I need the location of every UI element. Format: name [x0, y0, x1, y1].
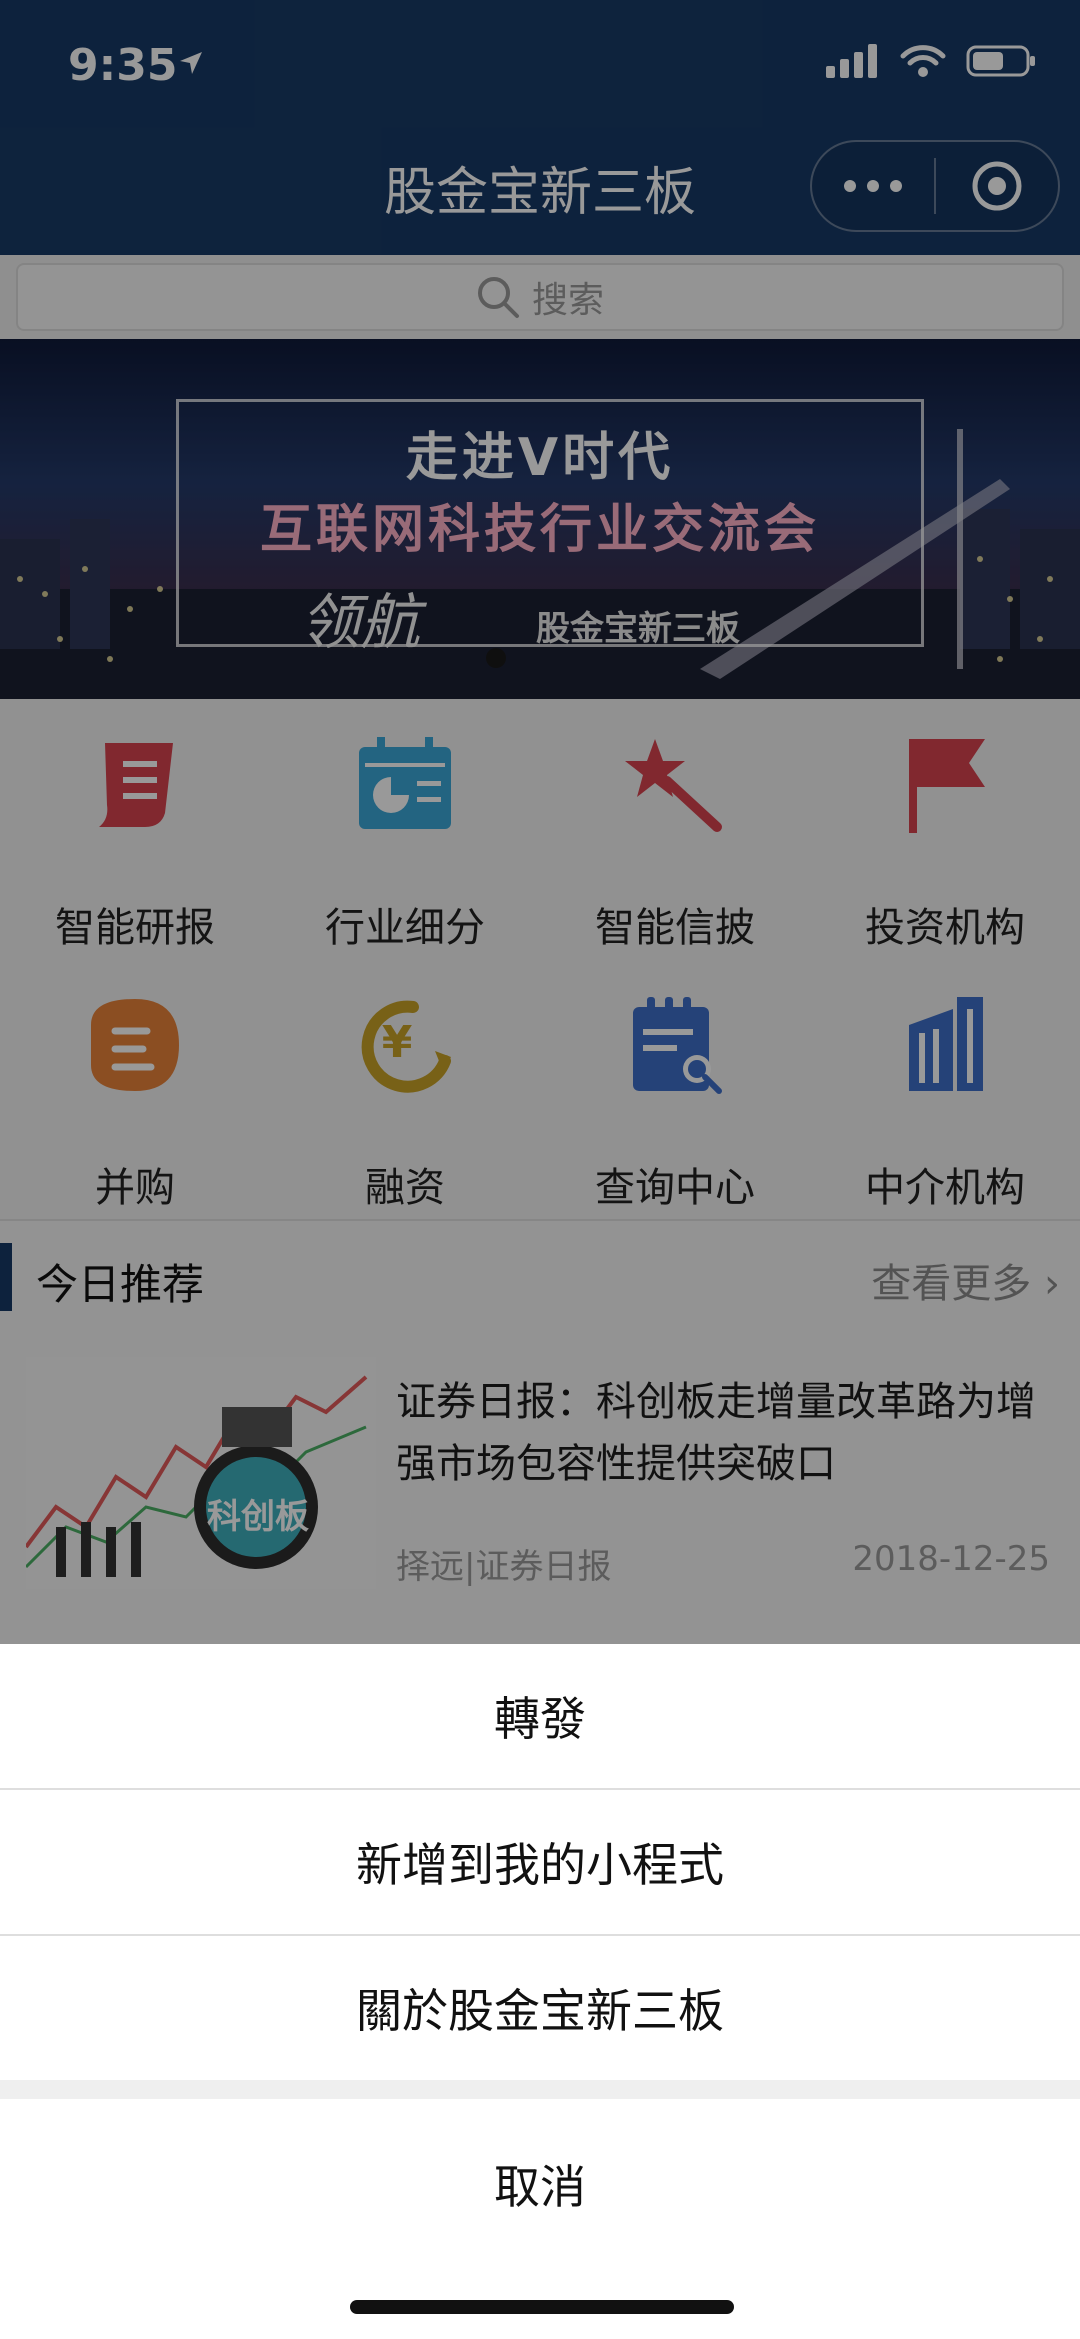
- add-to-my-mini-programs-button[interactable]: 新增到我的小程式: [0, 1790, 1080, 1934]
- app-screen: 9:35 股金宝新三板 搜索 走进V时代 互联网科技行业交流会 领航 股金宝新三…: [0, 0, 1080, 2339]
- home-indicator[interactable]: [350, 2300, 734, 2314]
- action-sheet: 轉發 新增到我的小程式 關於股金宝新三板 取消: [0, 1644, 1080, 2339]
- about-button[interactable]: 關於股金宝新三板: [0, 1936, 1080, 2080]
- share-button[interactable]: 轉發: [0, 1644, 1080, 1788]
